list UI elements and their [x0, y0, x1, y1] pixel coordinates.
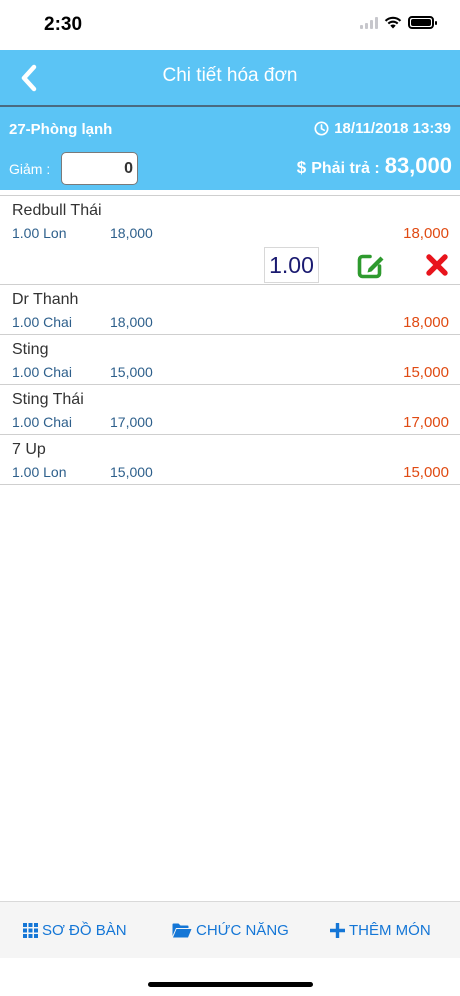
- list-item[interactable]: 7 Up 1.00 Lon 15,000 15,000: [0, 435, 460, 485]
- battery-icon: [408, 16, 437, 29]
- signal-icon: [360, 16, 378, 29]
- item-name: Sting Thái: [12, 391, 84, 408]
- quantity-input[interactable]: 1.00: [264, 247, 319, 283]
- item-total: 17,000: [403, 414, 449, 431]
- delete-button[interactable]: [425, 253, 449, 277]
- discount-input[interactable]: [61, 152, 138, 185]
- dollar-icon: $: [296, 158, 307, 177]
- add-item-button[interactable]: THÊM MÓN: [330, 922, 431, 939]
- folder-icon: [172, 923, 192, 938]
- item-total: 18,000: [403, 314, 449, 331]
- tab-label: CHỨC NĂNG: [196, 922, 289, 939]
- item-name: Dr Thanh: [12, 291, 79, 308]
- item-unit-price: 15,000: [110, 364, 153, 380]
- list-item[interactable]: Sting 1.00 Chai 15,000 15,000: [0, 335, 460, 385]
- grid-icon: [23, 923, 38, 938]
- item-unit-price: 18,000: [110, 314, 153, 330]
- total-label: Phải trả :: [311, 160, 380, 177]
- discount-label: Giảm :: [9, 161, 51, 177]
- invoice-item-list: Redbull Thái 1.00 Lon 18,000 18,000 1.00…: [0, 195, 460, 485]
- plus-icon: [330, 923, 345, 938]
- item-name: Sting: [12, 341, 49, 358]
- clock-icon: [314, 121, 329, 136]
- bottom-toolbar: SƠ ĐỒ BÀN CHỨC NĂNG THÊM MÓN: [0, 901, 460, 958]
- edit-button[interactable]: [356, 252, 386, 280]
- status-time: 2:30: [44, 14, 83, 35]
- status-icons: [360, 16, 437, 29]
- list-item[interactable]: Redbull Thái 1.00 Lon 18,000 18,000 1.00: [0, 196, 460, 285]
- datetime-text: 18/11/2018 13:39: [334, 120, 451, 137]
- edit-icon: [357, 254, 384, 279]
- item-quantity: 1.00 Lon: [12, 225, 67, 241]
- item-unit-price: 17,000: [110, 414, 153, 430]
- room-name: 27-Phòng lạnh: [9, 121, 113, 138]
- item-total: 15,000: [403, 364, 449, 381]
- item-name: 7 Up: [12, 441, 46, 458]
- status-bar: 2:30: [0, 0, 460, 50]
- item-unit-price: 15,000: [110, 464, 153, 480]
- table-map-button[interactable]: SƠ ĐỒ BÀN: [23, 922, 127, 939]
- item-name: Redbull Thái: [12, 202, 102, 219]
- item-quantity: 1.00 Chai: [12, 314, 72, 330]
- nav-bar: Chi tiết hóa đơn: [0, 50, 460, 105]
- home-indicator: [148, 982, 313, 987]
- total-payable: $ Phải trả : 83,000: [297, 153, 452, 179]
- close-icon: [426, 254, 448, 276]
- invoice-datetime: 18/11/2018 13:39: [314, 120, 451, 137]
- item-unit-price: 18,000: [110, 225, 153, 241]
- functions-button[interactable]: CHỨC NĂNG: [172, 922, 289, 939]
- item-quantity: 1.00 Lon: [12, 464, 67, 480]
- list-item[interactable]: Dr Thanh 1.00 Chai 18,000 18,000: [0, 285, 460, 335]
- invoice-summary: 27-Phòng lạnh 18/11/2018 13:39 Giảm : $ …: [0, 107, 460, 190]
- page-title: Chi tiết hóa đơn: [162, 65, 298, 86]
- item-quantity: 1.00 Chai: [12, 414, 72, 430]
- item-total: 18,000: [403, 225, 449, 242]
- tab-label: SƠ ĐỒ BÀN: [42, 922, 127, 939]
- home-area: [0, 958, 460, 996]
- item-quantity: 1.00 Chai: [12, 364, 72, 380]
- total-value: 83,000: [384, 153, 452, 178]
- tab-label: THÊM MÓN: [349, 922, 431, 939]
- wifi-icon: [384, 16, 402, 29]
- list-item[interactable]: Sting Thái 1.00 Chai 17,000 17,000: [0, 385, 460, 435]
- item-total: 15,000: [403, 464, 449, 481]
